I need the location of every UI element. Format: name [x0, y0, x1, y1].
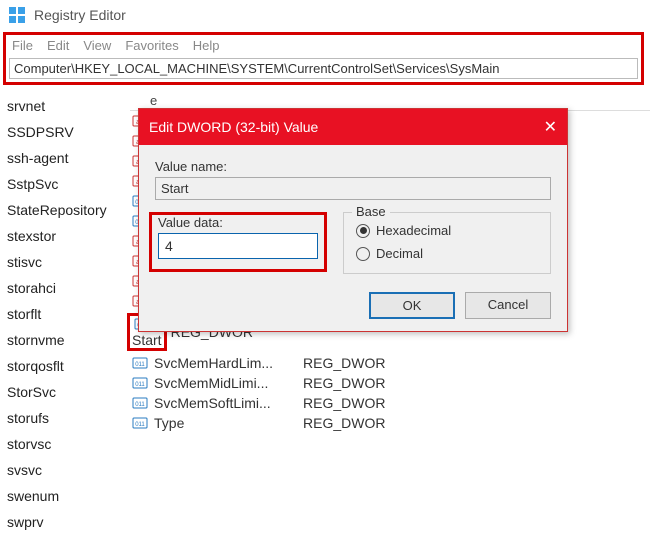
col-name-fragment: e	[130, 93, 300, 108]
radio-hex-label: Hexadecimal	[376, 223, 451, 238]
binary-value-icon	[130, 355, 150, 371]
base-legend: Base	[352, 204, 390, 219]
tree-item[interactable]: storvsc	[5, 431, 130, 457]
dialog-titlebar: Edit DWORD (32-bit) Value ✕	[139, 109, 567, 145]
binary-value-icon	[130, 395, 150, 411]
radio-hex-icon	[356, 224, 370, 238]
value-data-highlight: Value data: 4	[149, 212, 327, 272]
menu-help[interactable]: Help	[193, 38, 220, 53]
window-titlebar: Registry Editor	[0, 0, 650, 30]
value-row[interactable]: SvcMemSoftLimi...REG_DWOR	[130, 393, 650, 413]
tree-item[interactable]: storahci	[5, 275, 130, 301]
value-name-field[interactable]: Start	[155, 177, 551, 200]
tree-item[interactable]: ssh-agent	[5, 145, 130, 171]
tree-pane[interactable]: srvnetSSDPSRVssh-agentSstpSvcStateReposi…	[0, 89, 130, 535]
tree-item[interactable]: StateRepository	[5, 197, 130, 223]
value-type: REG_DWOR	[303, 415, 650, 431]
window-title: Registry Editor	[34, 7, 126, 23]
value-name-label: Value name:	[155, 159, 551, 174]
tree-item[interactable]: srvnet	[5, 93, 130, 119]
dialog-title: Edit DWORD (32-bit) Value	[149, 119, 517, 135]
tree-item[interactable]: stexstor	[5, 223, 130, 249]
edit-dword-dialog: Edit DWORD (32-bit) Value ✕ Value name: …	[138, 108, 568, 332]
radio-dec-label: Decimal	[376, 246, 423, 261]
regedit-icon	[8, 6, 26, 24]
value-name: SvcMemSoftLimi...	[154, 395, 299, 411]
value-data-label: Value data:	[158, 215, 318, 230]
menu-address-highlight: File Edit View Favorites Help Computer\H…	[3, 32, 644, 85]
value-name: Start	[132, 332, 162, 348]
base-group: Base Hexadecimal Decimal	[343, 212, 551, 274]
radio-hex[interactable]: Hexadecimal	[354, 217, 540, 240]
tree-item[interactable]: storufs	[5, 405, 130, 431]
value-row[interactable]: SvcMemHardLim...REG_DWOR	[130, 353, 650, 373]
value-row[interactable]: SvcMemMidLimi...REG_DWOR	[130, 373, 650, 393]
menubar: File Edit View Favorites Help	[6, 35, 641, 58]
value-row[interactable]: TypeREG_DWOR	[130, 413, 650, 433]
menu-view[interactable]: View	[83, 38, 111, 53]
tree-item[interactable]: svsvc	[5, 457, 130, 483]
value-type: REG_DWOR	[303, 375, 650, 391]
tree-item[interactable]: stisvc	[5, 249, 130, 275]
tree-item[interactable]: StorSvc	[5, 379, 130, 405]
tree-item[interactable]: swenum	[5, 483, 130, 509]
binary-value-icon	[130, 375, 150, 391]
radio-dec[interactable]: Decimal	[354, 240, 540, 263]
address-bar[interactable]: Computer\HKEY_LOCAL_MACHINE\SYSTEM\Curre…	[9, 58, 638, 79]
value-name: SvcMemHardLim...	[154, 355, 299, 371]
col-type-fragment	[300, 93, 650, 108]
value-type: REG_DWOR	[303, 395, 650, 411]
menu-file[interactable]: File	[12, 38, 33, 53]
close-icon[interactable]: ✕	[517, 117, 557, 137]
tree-item[interactable]: storqosflt	[5, 353, 130, 379]
value-data-field[interactable]: 4	[158, 233, 318, 259]
tree-item[interactable]: stornvme	[5, 327, 130, 353]
tree-item[interactable]: SstpSvc	[5, 171, 130, 197]
value-type: REG_DWOR	[303, 355, 650, 371]
ok-button[interactable]: OK	[369, 292, 455, 319]
value-name: Type	[154, 415, 299, 431]
value-name: SvcMemMidLimi...	[154, 375, 299, 391]
radio-dec-icon	[356, 247, 370, 261]
menu-edit[interactable]: Edit	[47, 38, 69, 53]
tree-item[interactable]: swprv	[5, 509, 130, 535]
tree-item[interactable]: storflt	[5, 301, 130, 327]
cancel-button[interactable]: Cancel	[465, 292, 551, 319]
binary-value-icon	[130, 415, 150, 431]
menu-favorites[interactable]: Favorites	[125, 38, 178, 53]
tree-item[interactable]: SSDPSRV	[5, 119, 130, 145]
